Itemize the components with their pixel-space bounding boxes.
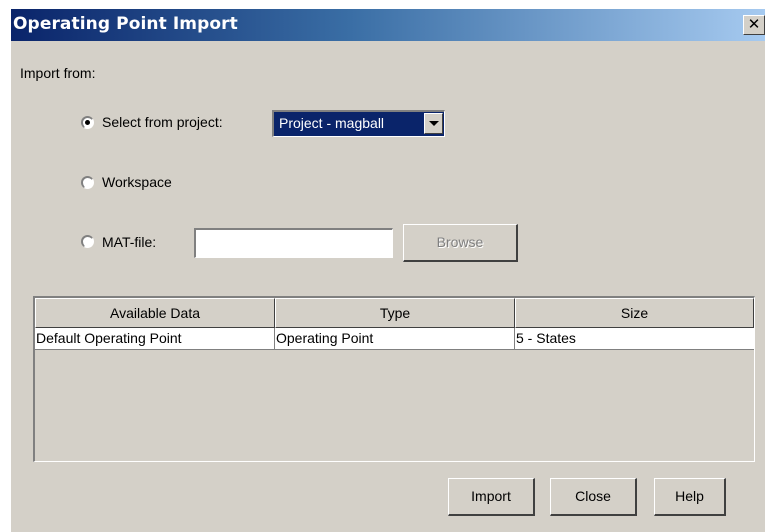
dialog-title: Operating Point Import (13, 14, 238, 34)
column-header-available-data[interactable]: Available Data (35, 298, 275, 328)
cell-available-data: Default Operating Point (35, 328, 275, 350)
table-row[interactable]: Default Operating Point Operating Point … (35, 328, 754, 350)
mat-file-input[interactable] (194, 228, 393, 258)
operating-point-import-dialog: Operating Point Import ✕ Import from: Se… (10, 8, 765, 532)
project-select-value: Project - magball (279, 115, 385, 131)
cell-size: 5 - States (515, 328, 754, 350)
chevron-down-icon (429, 121, 439, 126)
radio-select-from-project[interactable] (81, 116, 94, 129)
radio-workspace[interactable] (81, 176, 94, 189)
table-header: Available Data Type Size (35, 298, 754, 328)
column-header-size[interactable]: Size (515, 298, 754, 328)
help-button[interactable]: Help (654, 478, 726, 516)
title-bar[interactable]: Operating Point Import ✕ (11, 9, 765, 41)
radio-selected-dot (85, 120, 90, 125)
help-button-label: Help (675, 488, 704, 504)
browse-button[interactable]: Browse (403, 224, 518, 262)
column-header-type[interactable]: Type (275, 298, 515, 328)
project-select[interactable]: Project - magball (272, 110, 445, 137)
radio-mat-file[interactable] (81, 235, 94, 248)
close-button[interactable]: Close (550, 478, 637, 516)
project-select-dropdown-button[interactable] (424, 113, 443, 134)
close-window-button[interactable]: ✕ (743, 15, 765, 35)
import-from-label: Import from: (20, 65, 96, 81)
workspace-label: Workspace (102, 174, 172, 190)
available-data-table: Available Data Type Size Default Operati… (33, 296, 755, 462)
import-button[interactable]: Import (448, 478, 535, 516)
import-button-label: Import (471, 488, 511, 504)
cell-type: Operating Point (275, 328, 515, 350)
select-from-project-label: Select from project: (102, 114, 223, 130)
browse-button-label: Browse (436, 234, 484, 250)
close-button-label: Close (575, 488, 611, 504)
mat-file-label: MAT-file: (102, 234, 157, 250)
close-icon: ✕ (747, 15, 761, 33)
